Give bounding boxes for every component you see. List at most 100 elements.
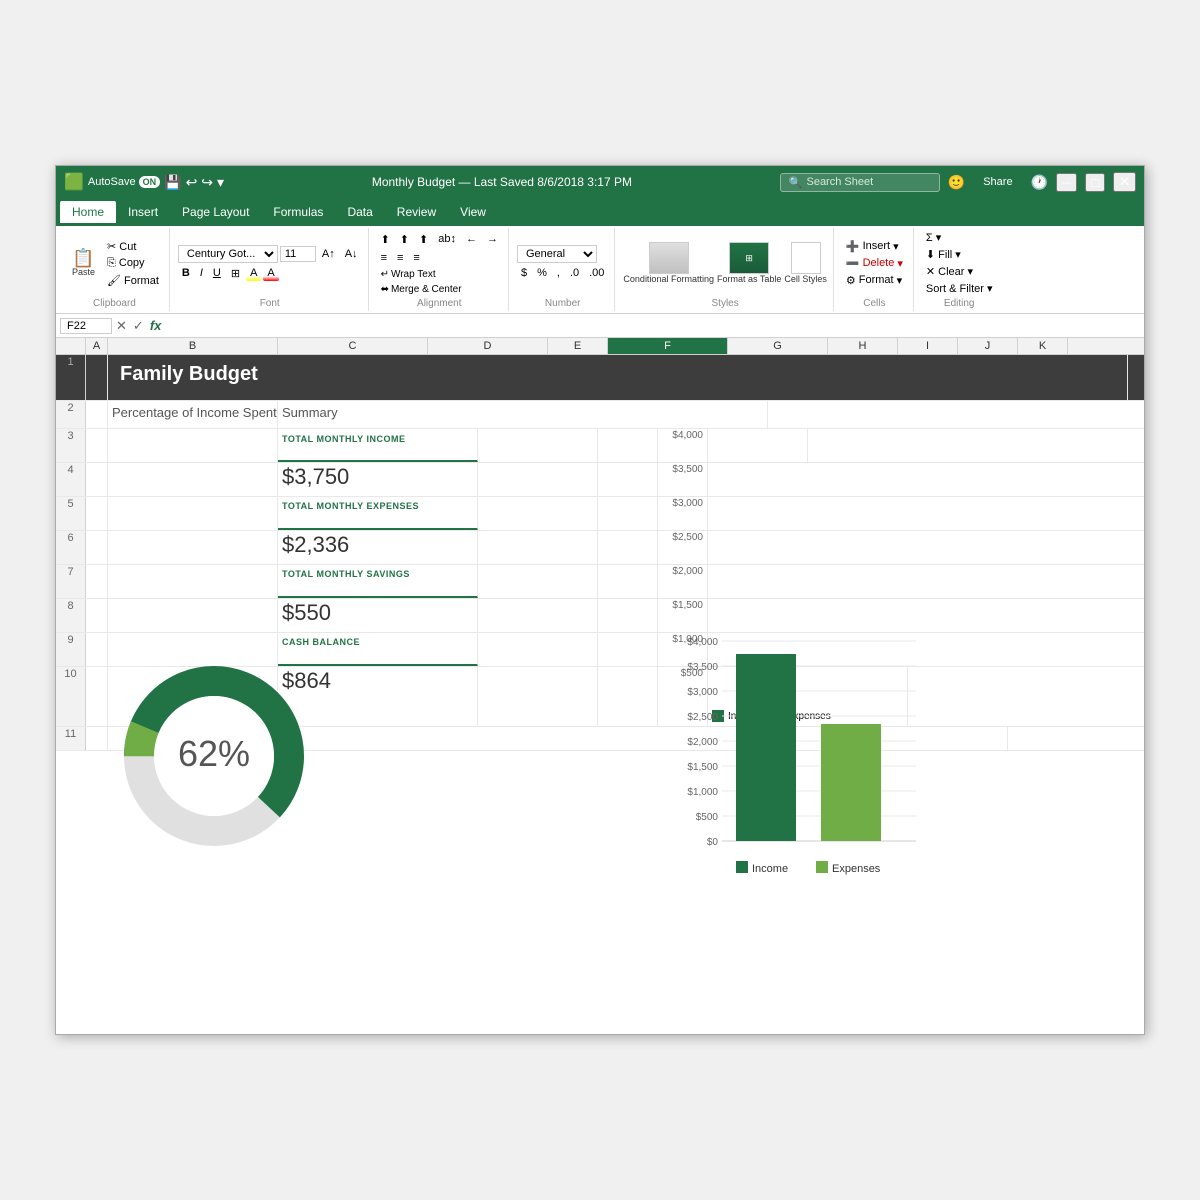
paste-button[interactable]: 📋 Paste [66,247,101,279]
cell-e3[interactable] [598,429,658,462]
increase-decimal-button[interactable]: .0 [566,265,583,281]
bold-button[interactable]: B [178,265,194,281]
cell-d10[interactable] [478,667,598,726]
cell-b4[interactable] [108,463,278,496]
fill-button[interactable]: ⬇ Fill ▾ [922,247,997,262]
cell-b2[interactable]: Percentage of Income Spent [108,401,278,428]
formula-input[interactable] [165,320,1140,332]
col-header-i[interactable]: I [898,338,958,354]
tab-home[interactable]: Home [60,201,116,223]
cell-a4[interactable] [86,463,108,496]
cell-c7-sav-label[interactable]: TOTAL MONTHLY SAVINGS [278,565,478,598]
search-box[interactable]: 🔍 Search Sheet [780,173,940,192]
font-color-button[interactable]: A [263,265,278,281]
indent-left-button[interactable]: ← [462,231,481,248]
cell-d7[interactable] [478,565,598,598]
cell-a2[interactable] [86,401,108,428]
cell-a9[interactable] [86,633,108,666]
cell-c2[interactable]: Summary [278,401,768,428]
cell-g3[interactable] [708,429,808,462]
cell-c4-income-val[interactable]: $3,750 [278,463,478,496]
cell-a5[interactable] [86,497,108,530]
format-cells-button[interactable]: ⚙ Format ▾ [842,273,907,288]
cell-d4[interactable] [478,463,598,496]
cell-b5[interactable] [108,497,278,530]
align-right-button[interactable]: ≡ [409,250,423,266]
align-left-button[interactable]: ≡ [377,250,391,266]
share-button[interactable]: Share [973,173,1022,191]
close-button[interactable]: ✕ [1113,172,1136,192]
tab-view[interactable]: View [448,201,498,223]
clear-button[interactable]: ✕ Clear ▾ [922,264,997,279]
insert-cells-button[interactable]: ➕ Insert ▾ [842,239,907,254]
cell-b8[interactable] [108,599,278,632]
cell-b9[interactable] [108,633,278,666]
italic-button[interactable]: I [196,265,207,281]
col-header-e[interactable]: E [548,338,608,354]
number-format-select[interactable]: General [517,245,597,263]
indent-right-button[interactable]: → [483,231,502,248]
maximize-button[interactable]: □ [1085,173,1105,192]
minimize-button[interactable]: ─ [1056,173,1077,192]
decrease-decimal-button[interactable]: .00 [585,265,608,281]
percent-button[interactable]: % [533,265,551,281]
font-family-select[interactable]: Century Got... [178,245,278,263]
underline-button[interactable]: U [209,265,225,281]
cell-a6[interactable] [86,531,108,564]
align-top-center-button[interactable]: ⬆ [396,231,413,248]
format-painter-button[interactable]: 🖌 Format [103,273,163,288]
delete-cells-button[interactable]: ➖ Delete ▾ [842,256,907,271]
cell-styles-button[interactable] [791,242,821,274]
fill-color-button[interactable]: A [246,265,261,281]
accounting-button[interactable]: $ [517,265,531,281]
cell-e9[interactable] [598,633,658,666]
cell-e8[interactable] [598,599,658,632]
align-center-button[interactable]: ≡ [393,250,407,266]
increase-font-button[interactable]: A↑ [318,246,339,262]
col-header-b[interactable]: B [108,338,278,354]
comma-button[interactable]: , [553,265,564,281]
cell-c8-sav-val[interactable]: $550 [278,599,478,632]
col-header-h[interactable]: H [828,338,898,354]
cell-d8[interactable] [478,599,598,632]
merge-center-button[interactable]: ⬌ Merge & Center [377,283,502,296]
cell-d5[interactable] [478,497,598,530]
cut-button[interactable]: ✂ Cut [103,239,163,254]
cell-e4[interactable] [598,463,658,496]
font-size-input[interactable] [280,246,316,262]
cancel-formula-icon[interactable]: ✕ [116,318,127,334]
cell-b11[interactable] [108,727,1008,750]
cell-e5[interactable] [598,497,658,530]
align-top-left-button[interactable]: ⬆ [377,231,394,248]
confirm-formula-icon[interactable]: ✓ [133,318,144,334]
cell-a11[interactable] [86,727,108,750]
sum-button[interactable]: Σ ▾ [922,230,997,245]
format-as-table-button[interactable]: ⊞ [729,242,769,274]
cell-b7[interactable] [108,565,278,598]
col-header-g[interactable]: G [728,338,828,354]
cell-a8[interactable] [86,599,108,632]
fx-icon[interactable]: fx [150,318,162,334]
cell-b10[interactable] [108,667,278,726]
cell-e10[interactable] [598,667,658,726]
col-header-d[interactable]: D [428,338,548,354]
cell-a1[interactable] [86,355,108,400]
cell-d6[interactable] [478,531,598,564]
customize-button[interactable]: ▾ [217,174,224,191]
col-header-f[interactable]: F [608,338,728,354]
save-button[interactable]: 💾 [164,174,181,191]
tab-data[interactable]: Data [335,201,384,223]
cell-b1-header[interactable]: Family Budget [108,355,1128,400]
cell-b6[interactable] [108,531,278,564]
cell-a10[interactable] [86,667,108,726]
cell-e7[interactable] [598,565,658,598]
undo-button[interactable]: ↩ [186,174,198,191]
autosave-toggle[interactable]: ON [139,176,161,188]
tab-formulas[interactable]: Formulas [261,201,335,223]
border-button[interactable]: ⊞ [227,265,244,282]
account-icon[interactable]: 🙂 [948,174,965,191]
cell-c9-cash-label[interactable]: CASH BALANCE [278,633,478,666]
tab-page-layout[interactable]: Page Layout [170,201,261,223]
cell-d9[interactable] [478,633,598,666]
conditional-formatting-button[interactable] [649,242,689,274]
